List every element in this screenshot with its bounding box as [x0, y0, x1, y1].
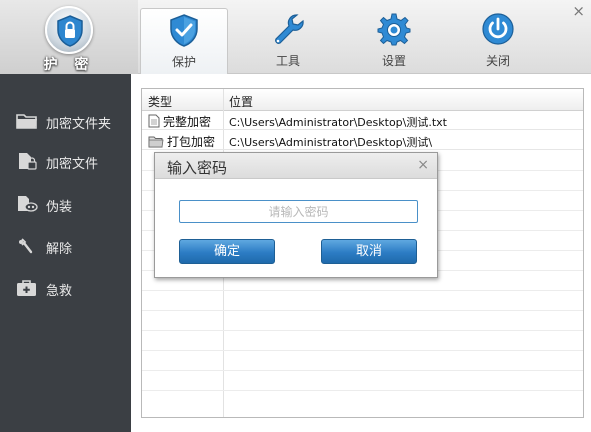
row-path-cell: C:\Users\Administrator\Desktop\测试.txt — [229, 116, 447, 129]
sidebar-item-label: 急救 — [46, 284, 73, 299]
grid-line — [142, 350, 583, 351]
app-logo: 护 密 — [0, 0, 138, 74]
row-type-text: 打包加密 — [167, 135, 216, 149]
tab-close[interactable]: 关闭 — [454, 8, 542, 74]
tab-protect[interactable]: 保护 — [140, 8, 228, 74]
row-type-cell: 完整加密 — [148, 113, 211, 130]
row-path-cell: C:\Users\Administrator\Desktop\测试\ — [229, 136, 433, 149]
table-row[interactable]: 完整加密 C:\Users\Administrator\Desktop\测试.t… — [142, 111, 583, 130]
table-row[interactable]: 打包加密 C:\Users\Administrator\Desktop\测试\ — [142, 131, 583, 150]
sidebar-item-encrypt-file[interactable]: 加密文件 — [0, 146, 131, 176]
sidebar-item-label: 加密文件 — [46, 157, 99, 172]
sidebar-item-label: 伪装 — [46, 200, 73, 215]
grid-line — [142, 390, 583, 391]
dialog-titlebar: 输入密码 × — [155, 153, 437, 179]
column-header-type[interactable]: 类型 — [148, 93, 172, 110]
sidebar-item-remove[interactable]: 解除 — [0, 231, 131, 261]
grid-line — [142, 330, 583, 331]
sidebar-item-label: 解除 — [46, 242, 73, 257]
ok-button[interactable]: 确定 — [179, 239, 275, 264]
first-aid-icon — [17, 280, 36, 296]
password-input[interactable] — [179, 200, 418, 223]
row-type-cell: 打包加密 — [148, 133, 215, 150]
grid-line — [142, 310, 583, 311]
sidebar: 加密文件夹 加密文件 伪装 解除 急救 — [0, 74, 131, 432]
power-icon — [482, 13, 514, 45]
tab-label: 保护 — [171, 55, 196, 69]
file-lock-icon — [19, 153, 37, 170]
document-icon — [148, 114, 160, 128]
table-header: 类型 位置 — [142, 89, 583, 111]
shield-check-icon — [170, 14, 198, 47]
tab-tools[interactable]: 工具 — [244, 8, 332, 74]
column-header-location[interactable]: 位置 — [229, 93, 253, 110]
top-toolbar: 护 密 保护 工具 设置 关闭 × — [0, 0, 591, 74]
folder-icon — [16, 114, 37, 129]
password-dialog: 输入密码 × 确定 取消 — [154, 152, 438, 278]
logo-text: 护 密 — [43, 57, 95, 73]
dialog-close-icon[interactable]: × — [417, 157, 429, 173]
wrench-icon — [275, 14, 304, 44]
row-type-text: 完整加密 — [163, 115, 212, 129]
grid-line — [142, 290, 583, 291]
disguise-icon — [18, 196, 38, 212]
dialog-title: 输入密码 — [167, 159, 228, 177]
tab-label: 设置 — [381, 54, 406, 68]
sidebar-item-encrypt-folder[interactable]: 加密文件夹 — [0, 106, 131, 136]
grid-line — [142, 370, 583, 371]
gear-icon — [377, 13, 411, 46]
tab-label: 工具 — [275, 54, 300, 68]
tab-label: 关闭 — [485, 54, 510, 68]
unlock-icon — [19, 238, 33, 254]
shield-lock-icon — [45, 6, 93, 54]
sidebar-item-disguise[interactable]: 伪装 — [0, 189, 131, 219]
folder-icon — [148, 136, 164, 148]
sidebar-item-first-aid[interactable]: 急救 — [0, 273, 131, 303]
sidebar-item-label: 加密文件夹 — [46, 117, 112, 132]
tab-settings[interactable]: 设置 — [350, 8, 438, 74]
cancel-button[interactable]: 取消 — [321, 239, 417, 264]
window-close-icon[interactable]: × — [572, 3, 585, 19]
